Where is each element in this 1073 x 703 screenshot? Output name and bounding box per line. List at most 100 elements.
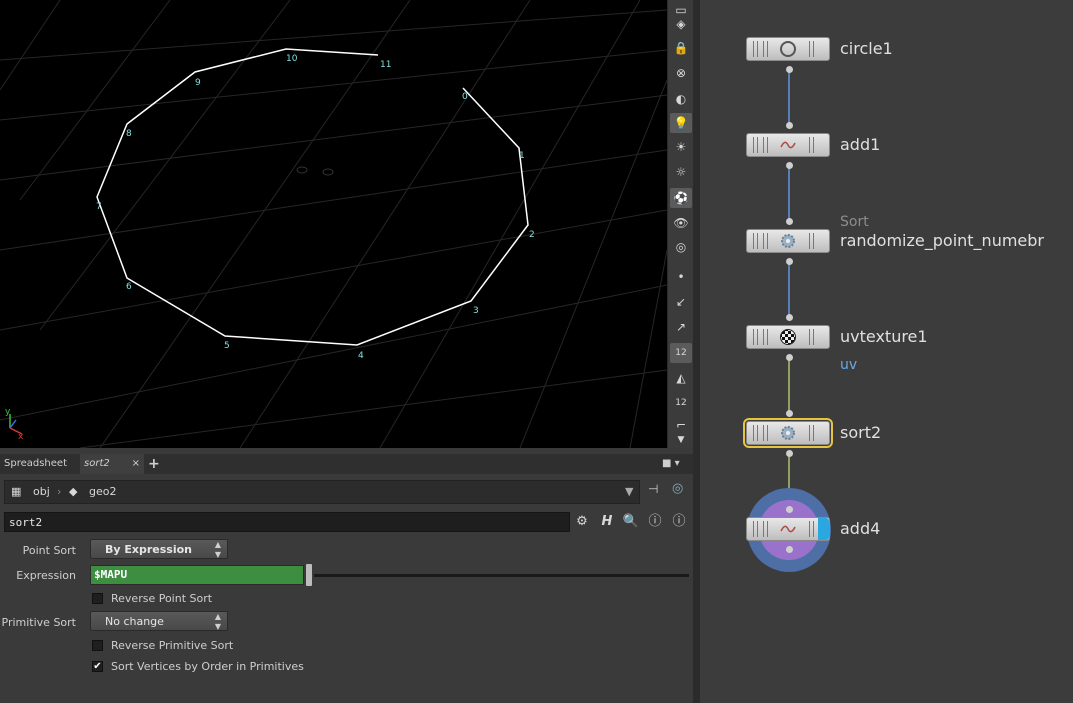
updown-icon: ▲ ▼ [214,612,221,631]
point-label: 3 [473,306,479,316]
chevron-down-icon[interactable]: ▼ [625,485,633,498]
normal-display-icon[interactable]: ↙ [670,292,692,312]
node-bars [763,41,768,57]
node-label: circle1 [840,39,893,58]
help-h-icon[interactable]: H [598,513,616,531]
circle-icon [779,40,797,58]
reverse-point-sort-checkbox[interactable] [92,593,103,604]
network-editor[interactable]: circle1 add1 Sort randomize_point_numebr… [700,0,1073,703]
3d-viewport[interactable]: 0 1 2 3 4 5 6 7 8 9 10 11 y x [0,0,667,448]
tab-sort2[interactable]: sort2 × [80,454,144,474]
node-output-dot[interactable] [786,450,793,457]
path-root[interactable]: obj [33,485,50,498]
point-normal-icon[interactable]: ↗ [670,317,692,337]
help-icon[interactable]: ⓘ [670,513,688,531]
menu-value: By Expression [105,543,193,556]
wire [788,72,790,125]
gear-icon [779,424,797,442]
pane-layout-icon[interactable]: ■ ▾ [658,454,684,474]
search-icon[interactable]: 🔍 [622,513,640,531]
light-icon[interactable]: 💡 [670,113,692,133]
node-input-dot[interactable] [786,122,793,129]
expression-field[interactable]: $MAPU [90,565,304,585]
primitive-sort-menu[interactable]: No change ▲ ▼ [90,611,228,631]
axis-y-label: y [5,407,11,417]
point-label: 1 [519,151,525,161]
headlight-icon[interactable]: ☀ [670,137,692,157]
ball-icon[interactable]: ⚽ [670,188,692,208]
reverse-point-sort-label: Reverse Point Sort [111,592,213,605]
point-sort-menu[interactable]: By Expression ▲ ▼ [90,539,228,559]
node-label: randomize_point_numebr [840,231,1044,250]
chevron-right-icon: › [57,485,62,498]
slider-track[interactable] [314,574,689,577]
node-output-dot[interactable] [786,66,793,73]
pin-icon[interactable]: ⊣ [648,482,658,496]
node-bars [753,233,758,249]
node-output-dot[interactable] [786,258,793,265]
pane-splitter[interactable] [693,0,700,703]
path-node[interactable]: geo2 [89,485,116,498]
point-label: 0 [462,92,468,102]
node-label: add4 [840,519,881,538]
point-label: 10 [286,54,298,64]
node-randomize-point-numebr[interactable] [746,229,830,253]
shading-icon[interactable]: ◐ [670,89,692,109]
prim-numbers-icon[interactable]: 12 [670,393,692,413]
node-bars [763,425,768,441]
point-label: 6 [126,282,132,292]
node-bars [753,41,758,57]
slider-handle[interactable] [306,564,312,586]
axis-x-label: x [18,432,24,442]
sort-vertices-checkbox[interactable]: ✔ [92,661,103,672]
node-uvtexture1[interactable] [746,325,830,349]
point-sort-label: Point Sort [22,544,76,557]
node-input-dot[interactable] [786,314,793,321]
prim-display-icon[interactable]: ◭ [670,368,692,388]
menu-value: No change [105,615,164,628]
node-circle1[interactable] [746,37,830,61]
node-input-dot[interactable] [786,506,793,513]
node-output-dot[interactable] [786,354,793,361]
node-bars [753,425,758,441]
point-numbers-icon[interactable]: 12 [670,343,692,363]
point-label: 7 [96,202,102,212]
node-output-dot[interactable] [786,546,793,553]
axis-gizmo: y x [5,407,24,442]
node-label: uvtexture1 [840,327,928,346]
point-label: 4 [358,351,364,361]
parameter-pane: Spreadsheet sort2 × + ■ ▾ ▦ obj › ◆ geo2… [0,448,693,703]
camera-light-icon[interactable]: ☼ [670,162,692,182]
reverse-primitive-sort-checkbox[interactable] [92,640,103,651]
node-bars [809,521,814,537]
node-input-dot[interactable] [786,410,793,417]
template-icon[interactable]: ◎ [670,237,692,257]
checker-icon [779,328,797,346]
tab-spreadsheet[interactable]: Spreadsheet [0,454,71,474]
expression-label: Expression [16,569,76,582]
node-bars [763,137,768,153]
node-input-dot[interactable] [786,218,793,225]
node-name-field[interactable]: sort2 [4,512,570,532]
close-icon[interactable]: × [132,454,140,474]
node-bars [753,137,758,153]
point-label: 8 [126,129,132,139]
point-label: 2 [529,230,535,240]
node-sort2[interactable] [743,418,833,448]
node-add4[interactable] [746,517,830,541]
ghost-icon[interactable]: ◈ [670,14,692,34]
node-bars [763,329,768,345]
visibility-icon[interactable]: 👁 [670,213,692,233]
close-circle-icon[interactable]: ⊗ [670,63,692,83]
scroll-down-icon[interactable]: ▼ [670,430,692,450]
point-display-icon[interactable]: • [670,267,692,287]
display-flag[interactable] [818,518,829,540]
lock-icon[interactable]: 🔒 [670,38,692,58]
gear-icon[interactable]: ⚙ [573,513,591,531]
node-output-dot[interactable] [786,162,793,169]
add-tab-button[interactable]: + [144,454,164,474]
info-icon[interactable]: ⓘ [646,513,664,531]
point-label: 11 [380,60,391,70]
node-add1[interactable] [746,133,830,157]
link-icon[interactable]: ◎ [672,481,683,496]
